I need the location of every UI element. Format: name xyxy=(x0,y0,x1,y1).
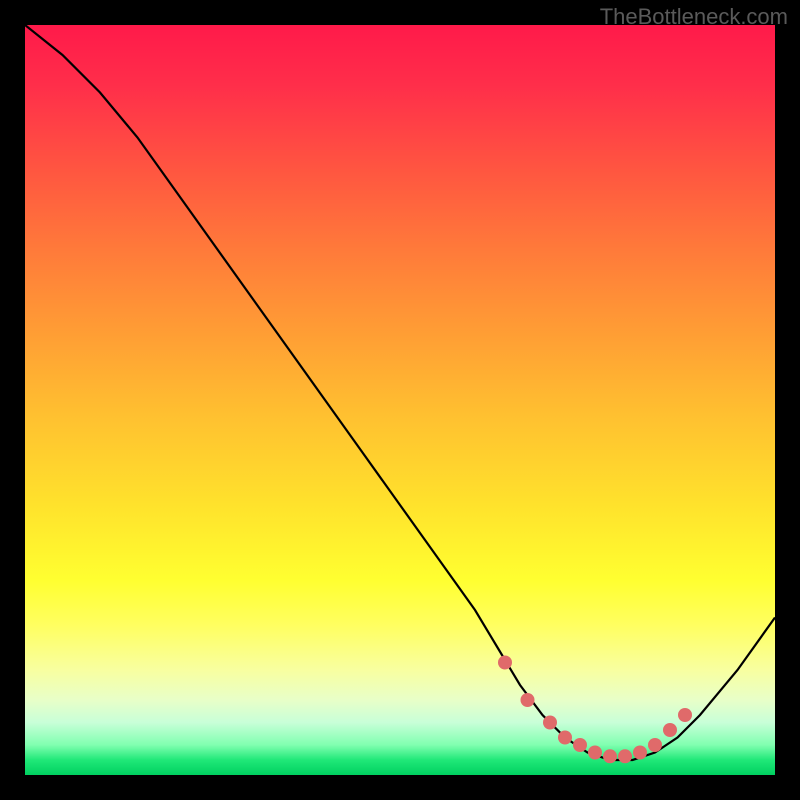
highlight-dot xyxy=(663,723,677,737)
highlight-dot xyxy=(633,746,647,760)
chart-svg xyxy=(25,25,775,775)
watermark-text: TheBottleneck.com xyxy=(600,4,788,30)
highlight-dot xyxy=(603,749,617,763)
highlight-dot xyxy=(678,708,692,722)
highlight-dot xyxy=(543,716,557,730)
highlight-dot xyxy=(573,738,587,752)
highlight-dot xyxy=(498,656,512,670)
highlight-dot xyxy=(648,738,662,752)
chart-plot-area xyxy=(25,25,775,775)
bottleneck-curve-line xyxy=(25,25,775,760)
highlight-dot xyxy=(558,731,572,745)
highlight-dot xyxy=(618,749,632,763)
highlight-dot xyxy=(521,693,535,707)
highlight-dot xyxy=(588,746,602,760)
